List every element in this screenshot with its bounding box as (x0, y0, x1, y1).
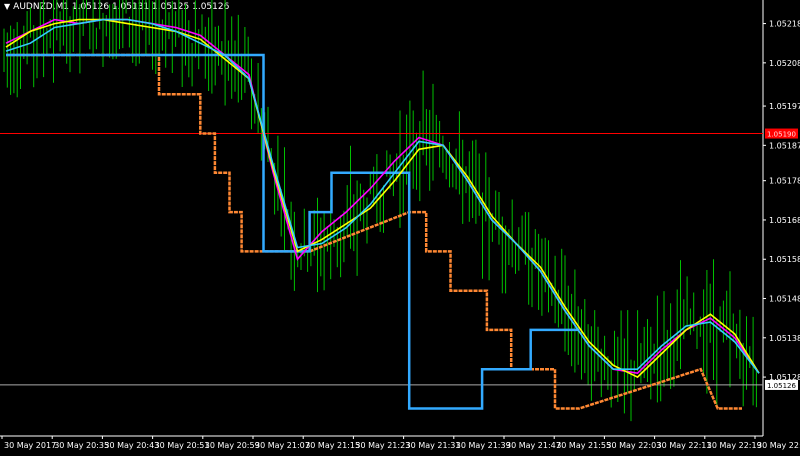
price-tick-label: 1.05128 (769, 373, 800, 382)
time-tick-label: 30 May 21:07 (255, 441, 310, 450)
level-label: 1.05126 (767, 382, 796, 390)
time-tick-label: 30 May 20:35 (54, 441, 109, 450)
series-line (5, 18, 760, 375)
time-tick-label: 30 May 20:51 (155, 441, 210, 450)
price-tick-label: 1.05138 (769, 334, 800, 343)
time-tick-label: 30 May 20:43 (104, 441, 159, 450)
price-tick-label: 1.05168 (769, 216, 800, 225)
level-label: 1.05190 (767, 131, 796, 139)
time-tick-label: 30 May 2017 (4, 441, 56, 450)
price-tick-label: 1.05178 (769, 177, 800, 186)
time-tick-label: 30 May 21:23 (355, 441, 410, 450)
time-tick-label: 30 May 21:47 (506, 441, 561, 450)
lower-step-line (6, 53, 742, 410)
time-tick-label: 30 May 22:03 (606, 441, 661, 450)
time-tick-label: 30 May 20:59 (205, 441, 260, 450)
price-tick-label: 1.05218 (769, 20, 800, 29)
time-tick-label: 30 May 22:11 (657, 441, 712, 450)
series-line (5, 18, 760, 379)
time-tick-label: 30 May 21:15 (305, 441, 360, 450)
price-chart[interactable]: 1.05190 1.05126 1.05218 1.05208 1.05197 1.051… (0, 0, 800, 456)
price-tick-label: 1.05148 (769, 295, 800, 304)
time-tick-label: 30 May 22:27 (757, 441, 800, 450)
price-tick-label: 1.05158 (769, 255, 800, 264)
time-tick-label: 30 May 22:19 (707, 441, 762, 450)
time-tick-label: 30 May 21:31 (406, 441, 461, 450)
price-tick-label: 1.05187 (769, 141, 800, 150)
time-tick-label: 30 May 21:55 (556, 441, 611, 450)
series-line (5, 18, 760, 374)
price-tick-label: 1.05197 (769, 102, 800, 111)
price-tick-label: 1.05208 (769, 59, 800, 68)
time-tick-label: 30 May 21:39 (456, 441, 511, 450)
